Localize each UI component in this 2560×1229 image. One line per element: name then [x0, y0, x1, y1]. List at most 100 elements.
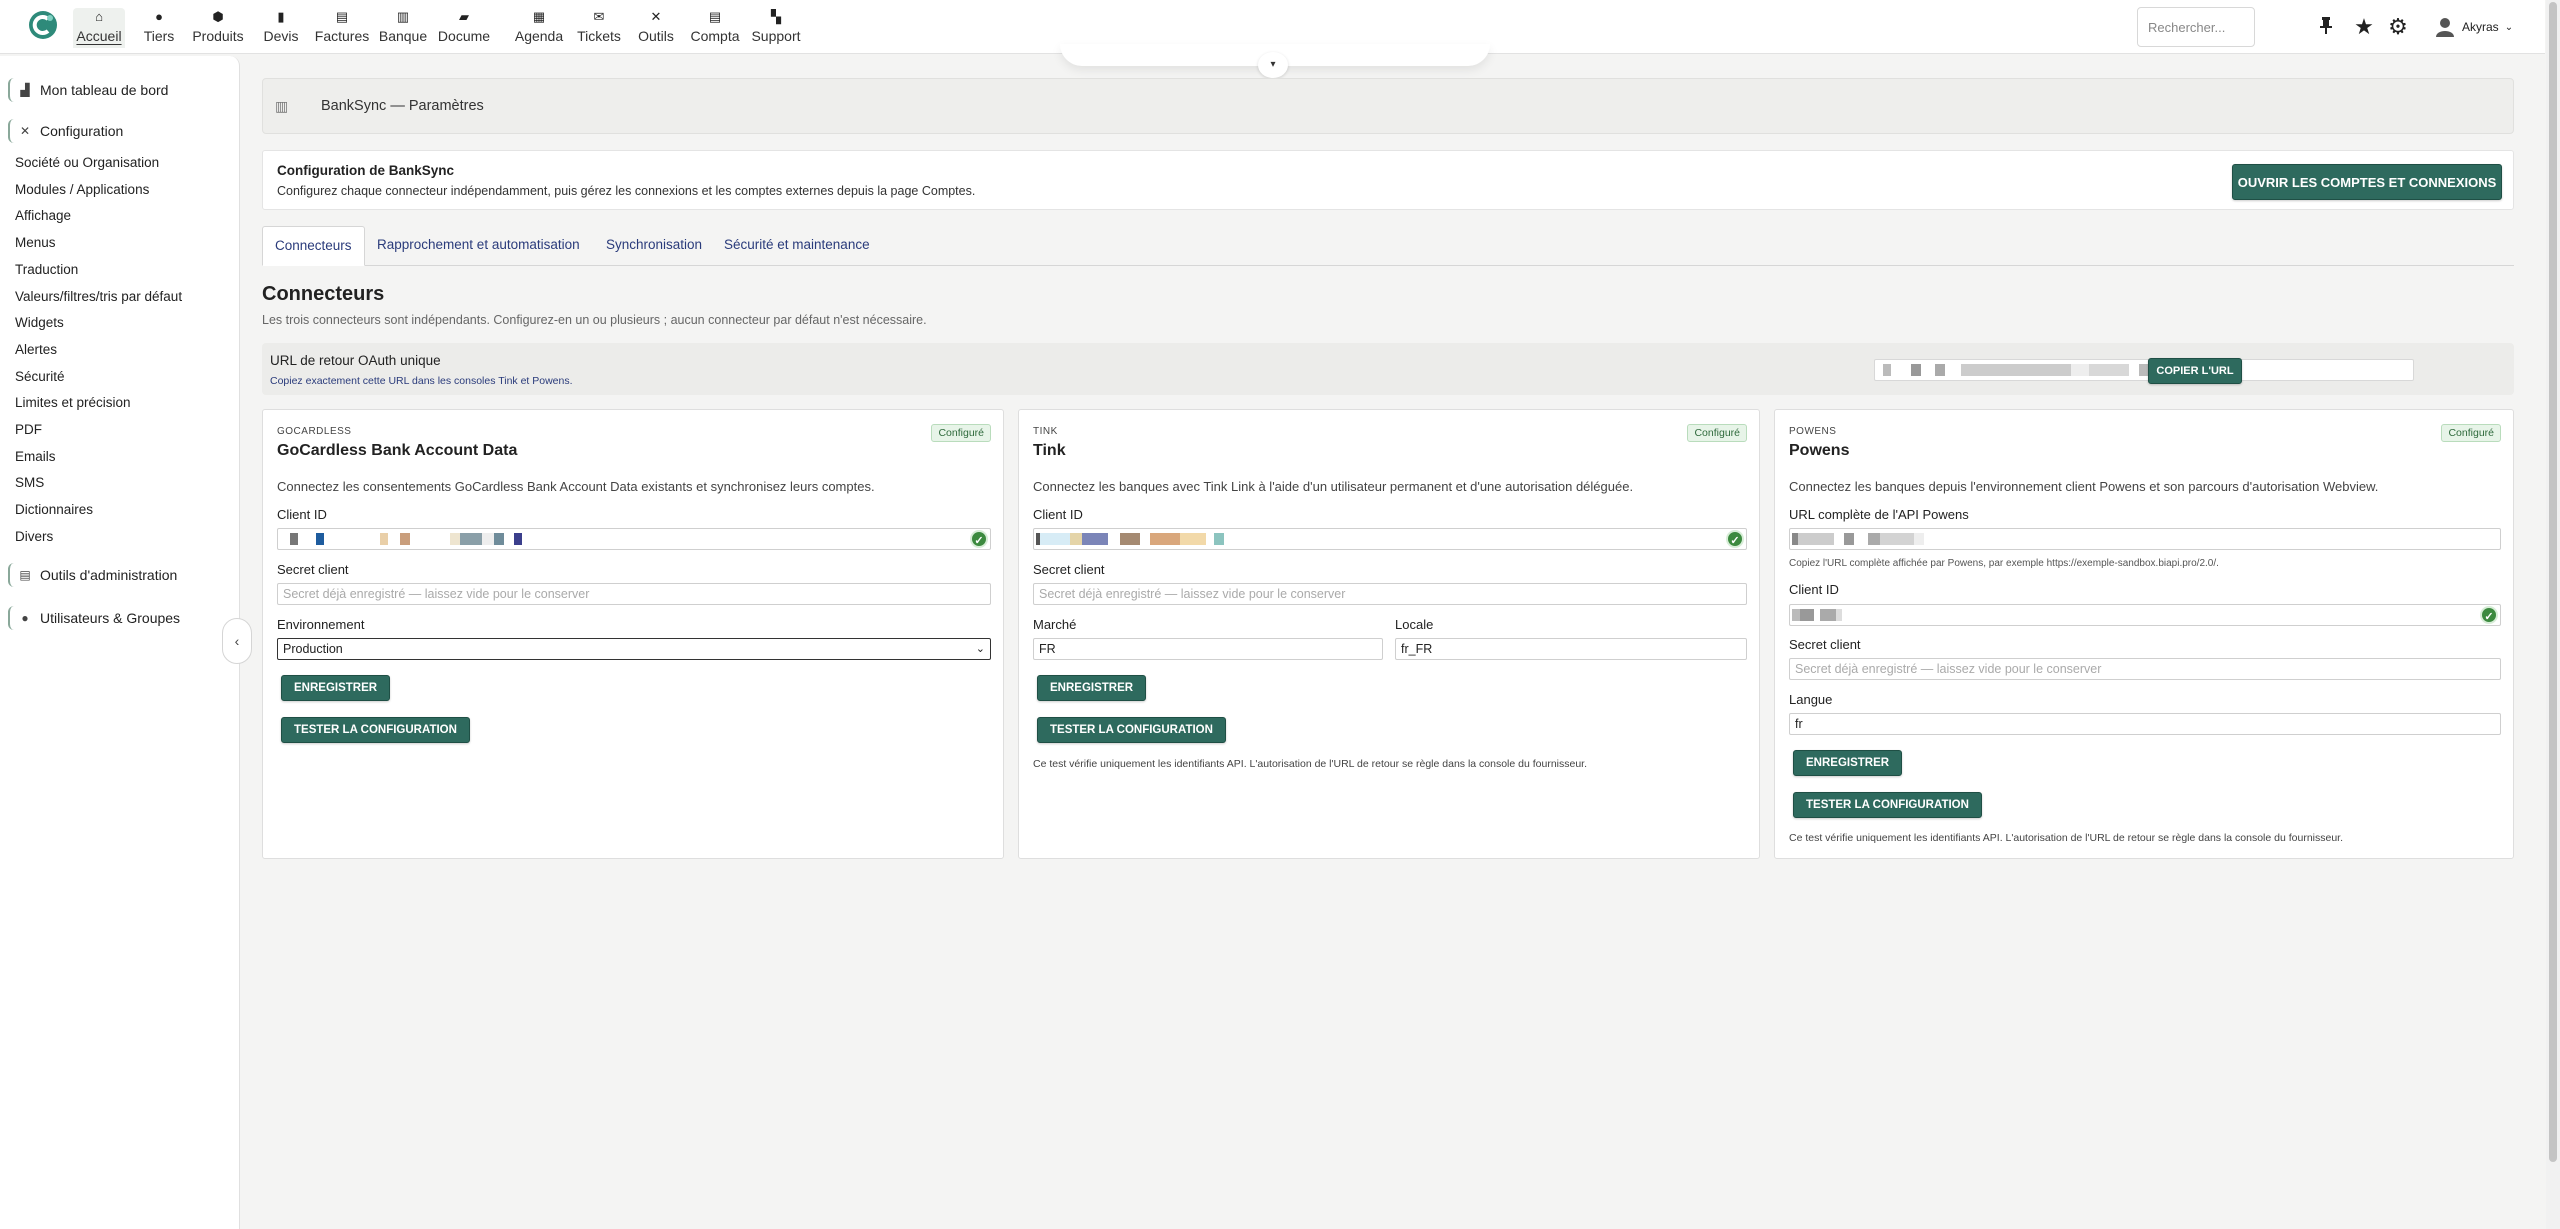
sidebar-link[interactable]: SMS [15, 474, 44, 492]
card-description: Connectez les banques avec Tink Link à l… [1033, 479, 1634, 494]
nav-item-compta[interactable]: ▤ Compta [690, 8, 740, 48]
sidebar-collapse-button[interactable]: ‹ [222, 618, 252, 664]
nav-item-tickets[interactable]: ✉ Tickets [576, 8, 622, 48]
copy-url-button[interactable]: COPIER L'URL [2148, 358, 2242, 384]
client-id-field[interactable] [1789, 604, 2501, 626]
settings-tabs: Connecteurs Rapprochement et automatisat… [262, 226, 2514, 266]
save-button[interactable]: ENREGISTRER [281, 675, 391, 701]
sidebar-item-configuration[interactable]: ✕ Configuration [8, 119, 123, 143]
sidebar-link[interactable]: Limites et précision [15, 394, 131, 412]
card-description: Connectez les banques depuis l'environne… [1789, 479, 2379, 494]
environment-value: Production [283, 642, 343, 656]
intro-description: Configurez chaque connecteur indépendamm… [277, 184, 976, 198]
accounting-icon: ▤ [708, 9, 722, 24]
home-icon: ⌂ [95, 9, 103, 24]
sidebar-link[interactable]: Modules / Applications [15, 181, 149, 199]
chevron-down-icon: ⌄ [2504, 21, 2514, 33]
sidebar-item-users-groups[interactable]: ● Utilisateurs & Groupes [8, 606, 180, 630]
sidebar-link[interactable]: Valeurs/filtres/tris par défaut [15, 288, 182, 306]
locale-field[interactable] [1395, 638, 1747, 660]
sidebar-link[interactable]: PDF [15, 421, 42, 439]
sidebar-link[interactable]: Société ou Organisation [15, 154, 159, 172]
nav-item-tiers[interactable]: ● Tiers [143, 8, 175, 48]
scrollbar-thumb[interactable] [2549, 2, 2557, 1162]
support-icon: ▚ [771, 9, 781, 24]
api-url-hint: Copiez l'URL complète affichée par Powen… [1789, 558, 2219, 569]
sidebar-item-admin-tools[interactable]: ▤ Outils d'administration [8, 563, 177, 587]
nav-item-label: Tiers [143, 28, 175, 44]
ticket-icon: ✉ [593, 9, 605, 24]
save-button[interactable]: ENREGISTRER [1037, 675, 1147, 701]
open-accounts-button[interactable]: OUVRIR LES COMPTES ET CONNEXIONS [2232, 164, 2502, 200]
sidebar-link[interactable]: Divers [15, 528, 53, 546]
search-input[interactable] [2137, 7, 2255, 47]
app-logo-icon[interactable] [28, 10, 58, 40]
avatar [2436, 18, 2454, 37]
nav-item-accueil[interactable]: ⌂ Accueil [73, 8, 125, 48]
connector-card-gocardless: GOCARDLESS GoCardless Bank Account Data … [262, 409, 1004, 859]
tab-connecteurs[interactable]: Connecteurs [262, 226, 365, 266]
tab-securite-maintenance[interactable]: Sécurité et maintenance [712, 226, 882, 266]
sidebar-link[interactable]: Dictionnaires [15, 501, 93, 519]
nav-item-outils[interactable]: ✕ Outils [638, 8, 674, 48]
nav-item-label: Compta [690, 28, 740, 44]
language-field[interactable] [1789, 713, 2501, 735]
test-configuration-button[interactable]: TESTER LA CONFIGURATION [1793, 792, 1982, 818]
sidebar-link[interactable]: Menus [15, 234, 56, 252]
client-id-label: Client ID [1033, 507, 1083, 522]
bank-icon: ▥ [275, 97, 289, 114]
star-icon[interactable]: ★ [2351, 14, 2377, 40]
oauth-hint: Copiez exactement cette URL dans les con… [270, 375, 573, 387]
test-configuration-button[interactable]: TESTER LA CONFIGURATION [281, 717, 470, 743]
market-field[interactable] [1033, 638, 1383, 660]
tab-rapprochement[interactable]: Rapprochement et automatisation [365, 226, 592, 266]
nav-item-label: Tickets [577, 28, 621, 44]
nav-item-support[interactable]: ▚ Support [751, 8, 801, 48]
nav-item-devis[interactable]: ▮ Devis [262, 8, 300, 48]
nav-item-produits[interactable]: ⬢ Produits [192, 8, 244, 48]
connector-card-tink: TINK Tink Configuré Connectez les banque… [1018, 409, 1760, 859]
user-menu[interactable]: Akyras ⌄ [2434, 12, 2513, 42]
sidebar-item-label: Utilisateurs & Groupes [40, 610, 181, 626]
language-label: Langue [1789, 692, 1833, 707]
sidebar-item-dashboard[interactable]: ▟ Mon tableau de bord [8, 78, 168, 102]
test-note: Ce test vérifie uniquement les identifia… [1789, 832, 2344, 844]
pin-icon[interactable] [2313, 14, 2339, 40]
user-name: Akyras [2462, 20, 2499, 34]
sidebar-item-label: Configuration [40, 123, 124, 139]
nav-item-banque[interactable]: ▥ Banque [378, 8, 428, 48]
chevron-down-icon: ⌄ [975, 643, 985, 655]
section-subtitle: Les trois connecteurs sont indépendants.… [262, 313, 927, 327]
sidebar-link[interactable]: Sécurité [15, 368, 65, 386]
client-id-label: Client ID [277, 507, 327, 522]
nav-item-label: Support [751, 28, 801, 44]
sidebar-link[interactable]: Widgets [15, 314, 64, 332]
page-scrollbar[interactable] [2546, 0, 2560, 1229]
secret-field[interactable] [1789, 658, 2501, 680]
sidebar-link[interactable]: Affichage [15, 207, 71, 225]
api-url-field[interactable] [1789, 528, 2501, 550]
tab-synchronisation[interactable]: Synchronisation [594, 226, 714, 266]
nav-item-factures[interactable]: ▤ Factures [314, 8, 370, 48]
oauth-label: URL de retour OAuth unique [270, 353, 441, 368]
check-icon: ✓ [970, 530, 988, 548]
sidebar-link[interactable]: Traduction [15, 261, 78, 279]
secret-field[interactable] [1033, 583, 1747, 605]
market-label: Marché [1033, 617, 1077, 632]
card-eyebrow: POWENS [1789, 426, 1837, 437]
status-badge: Configuré [1687, 424, 1747, 442]
folder-icon: ▰ [459, 9, 469, 24]
secret-field[interactable] [277, 583, 991, 605]
client-id-field[interactable] [1033, 528, 1747, 550]
client-id-field[interactable] [277, 528, 991, 550]
gear-icon[interactable]: ⚙ [2385, 14, 2411, 40]
environment-select[interactable]: Production ⌄ [277, 638, 991, 660]
nav-item-agenda[interactable]: ▦ Agenda [514, 8, 564, 48]
nav-item-docume[interactable]: ▰ Docume [437, 8, 491, 48]
oauth-url-field[interactable] [1874, 359, 2414, 381]
sidebar-link[interactable]: Alertes [15, 341, 57, 359]
save-button[interactable]: ENREGISTRER [1793, 750, 1903, 776]
quick-access-toggle-icon[interactable]: ▾ [1258, 52, 1288, 78]
sidebar-link[interactable]: Emails [15, 448, 56, 466]
test-configuration-button[interactable]: TESTER LA CONFIGURATION [1037, 717, 1226, 743]
